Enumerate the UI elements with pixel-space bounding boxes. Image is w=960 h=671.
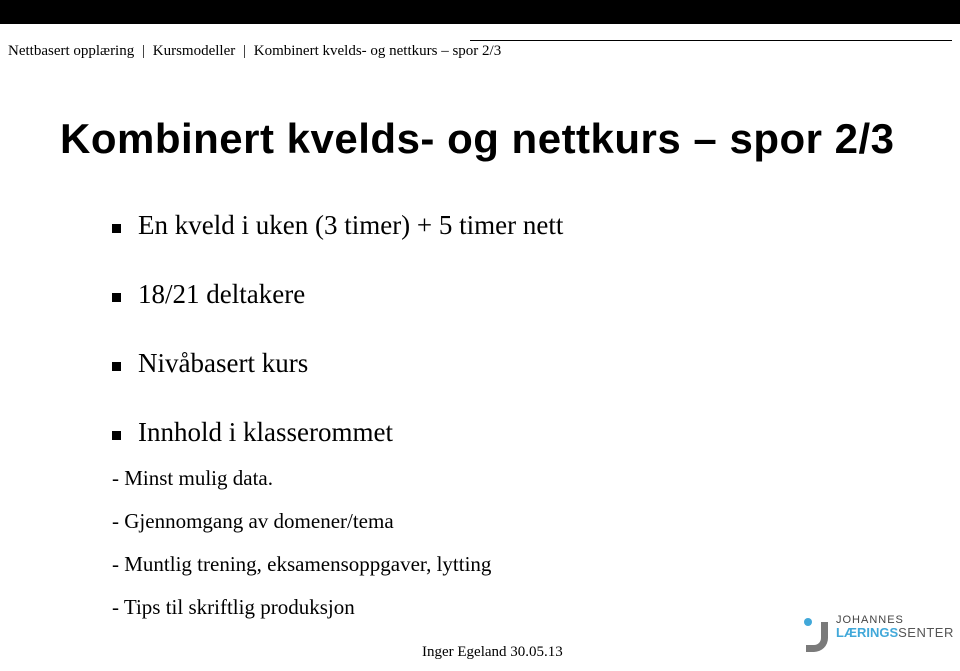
breadcrumb-separator: | xyxy=(243,43,246,59)
sub-list-item: - Minst mulig data. xyxy=(112,466,892,491)
logo-brand-rest: SENTER xyxy=(898,625,954,640)
list-item: 18/21 deltakere xyxy=(112,279,892,310)
breadcrumb-seg-2: Kursmodeller xyxy=(153,43,235,59)
footer: Inger Egeland 30.05.13 JOHANNES LÆRINGSS… xyxy=(0,611,960,661)
slide: Nettbasert opplæring | Kursmodeller | Ko… xyxy=(0,0,960,671)
breadcrumb: Nettbasert opplæring | Kursmodeller | Ko… xyxy=(0,41,956,60)
logo-text: JOHANNES LÆRINGSSENTER xyxy=(836,615,954,640)
bullet-text: Nivåbasert kurs xyxy=(138,348,308,378)
list-item: En kveld i uken (3 timer) + 5 timer nett xyxy=(112,210,892,241)
logo-mark-icon xyxy=(802,617,832,653)
logo-curve-icon xyxy=(806,622,828,652)
logo-brand-accent: LÆRINGS xyxy=(836,625,898,640)
bullet-text: En kveld i uken (3 timer) + 5 timer nett xyxy=(138,210,563,240)
bullet-text: Innhold i klasserommet xyxy=(138,417,393,447)
breadcrumb-area: Nettbasert opplæring | Kursmodeller | Ko… xyxy=(0,40,956,60)
sub-list-item: - Gjennomgang av domener/tema xyxy=(112,509,892,534)
top-black-bar xyxy=(0,0,960,24)
footer-author-date: Inger Egeland 30.05.13 xyxy=(422,644,563,661)
breadcrumb-seg-1: Nettbasert opplæring xyxy=(8,43,134,59)
list-item: Nivåbasert kurs xyxy=(112,348,892,379)
sub-bullet-list: - Minst mulig data. - Gjennomgang av dom… xyxy=(112,466,892,620)
logo-brand-bottom: LÆRINGSSENTER xyxy=(836,626,954,640)
sub-list-item: - Muntlig trening, eksamensoppgaver, lyt… xyxy=(112,552,892,577)
bullet-text: 18/21 deltakere xyxy=(138,279,305,309)
bullet-list: En kveld i uken (3 timer) + 5 timer nett… xyxy=(112,210,892,658)
list-item: Innhold i klasserommet - Minst mulig dat… xyxy=(112,417,892,620)
page-title: Kombinert kvelds- og nettkurs – spor 2/3 xyxy=(60,115,895,163)
breadcrumb-separator: | xyxy=(142,43,145,59)
breadcrumb-seg-3: Kombinert kvelds- og nettkurs – spor 2/3 xyxy=(254,43,501,59)
logo: JOHANNES LÆRINGSSENTER xyxy=(802,611,942,655)
